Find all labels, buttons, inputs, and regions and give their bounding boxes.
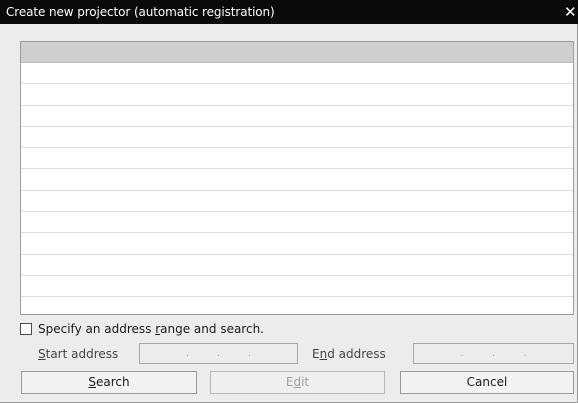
window-title: Create new projector (automatic registra… [6,5,275,19]
list-row[interactable] [21,212,573,234]
list-row[interactable] [21,297,573,314]
list-row[interactable] [21,106,573,127]
list-row[interactable] [21,127,573,149]
title-bar[interactable]: Create new projector (automatic registra… [0,0,578,24]
start-address-field[interactable]: ... [139,343,298,364]
list-header [21,42,573,63]
address-range-label: Specify an address range and search. [38,322,264,336]
list-row[interactable] [21,233,573,255]
address-range-checkbox[interactable] [20,323,32,335]
list-row[interactable] [21,191,573,213]
projector-list[interactable] [20,41,574,315]
dialog-window: Create new projector (automatic registra… [0,0,578,403]
list-row[interactable] [21,169,573,191]
close-icon[interactable]: ✕ [564,4,578,20]
cancel-button[interactable]: Cancel [400,371,574,394]
list-row[interactable] [21,84,573,106]
end-address-label: End address [312,347,386,361]
address-range-option[interactable]: Specify an address range and search. [20,321,264,337]
list-row[interactable] [21,276,573,298]
list-row[interactable] [21,63,573,85]
start-address-label: Start address [38,347,119,361]
search-button[interactable]: Search [21,371,197,394]
list-row[interactable] [21,255,573,276]
edit-button[interactable]: Edit [210,371,385,394]
end-address-field[interactable]: ... [413,343,574,364]
list-row[interactable] [21,148,573,170]
